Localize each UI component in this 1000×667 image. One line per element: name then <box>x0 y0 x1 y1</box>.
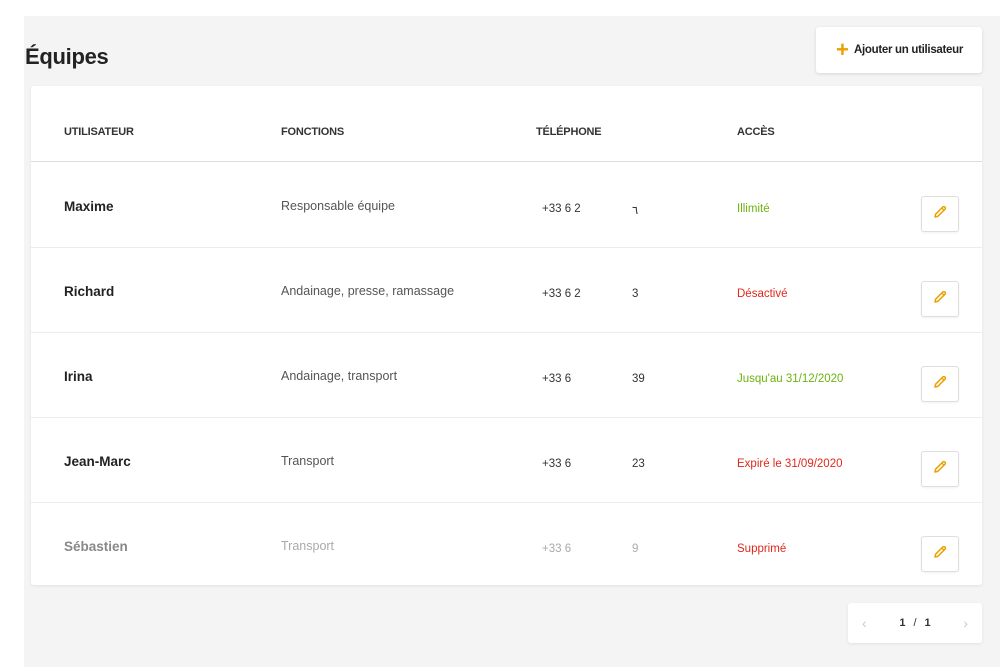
phone-end: 23 <box>632 458 645 470</box>
edit-user-button[interactable] <box>921 536 959 572</box>
chevron-right-icon[interactable]: › <box>963 615 968 631</box>
pencil-icon <box>932 459 948 480</box>
user-functions: Andainage, transport <box>281 369 398 383</box>
edit-user-button[interactable] <box>921 281 959 317</box>
table-row: Sébastien Transport +33 6 9 Supprimé <box>31 503 982 588</box>
add-user-label: Ajouter un utilisateur <box>854 44 964 56</box>
phone-start: +33 6 <box>542 373 572 385</box>
access-status: Jusqu'au 31/12/2020 <box>737 373 844 385</box>
page-title: Équipes <box>25 44 109 69</box>
access-status: Expiré le 31/09/2020 <box>737 458 843 470</box>
phone-start: +33 6 <box>542 458 572 470</box>
phone-start: +33 6 2 <box>542 203 581 215</box>
table-row: Jean-Marc Transport +33 6 23 Expiré le 31/09… <box>31 418 982 503</box>
pencil-icon <box>932 374 948 395</box>
page-separator: / <box>913 617 917 629</box>
access-status: Désactivé <box>737 288 788 300</box>
pagination: ‹ 1 / 1 › <box>848 603 982 643</box>
user-functions: Transport <box>281 539 335 553</box>
table-row: Richard Andainage, presse, ramassage +33 6… <box>31 248 982 333</box>
header-access: ACCÈS <box>737 126 775 138</box>
phone-start: +33 6 2 <box>542 288 581 300</box>
table-header: UTILISATEUR FONCTIONS TÉLÉPHONE ACCÈS <box>31 86 982 162</box>
page-indicator: 1 / 1 <box>899 617 930 629</box>
user-name: Richard <box>64 284 115 299</box>
user-name: Sébastien <box>64 539 128 554</box>
edit-user-button[interactable] <box>921 451 959 487</box>
header-phone: TÉLÉPHONE <box>536 126 602 138</box>
phone-end: 39 <box>632 373 645 385</box>
user-functions: Responsable équipe <box>281 199 395 213</box>
current-page: 1 <box>899 617 906 629</box>
plus-icon: + <box>836 37 849 62</box>
phone-start: +33 6 <box>542 543 572 555</box>
access-status: Supprimé <box>737 543 787 555</box>
user-phone: +33 6 9 <box>542 543 638 555</box>
total-pages: 1 <box>924 617 931 629</box>
user-phone: +33 6 2 ٦ <box>542 203 638 217</box>
user-phone: +33 6 2 3 <box>542 288 638 300</box>
add-user-button[interactable]: + Ajouter un utilisateur <box>816 27 982 73</box>
header-functions: FONCTIONS <box>281 126 344 138</box>
access-status: Illimité <box>737 203 770 215</box>
pencil-icon <box>932 544 948 565</box>
user-functions: Andainage, presse, ramassage <box>281 284 455 298</box>
chevron-left-icon[interactable]: ‹ <box>862 615 867 631</box>
user-functions: Transport <box>281 454 335 468</box>
user-name: Jean-Marc <box>64 454 131 469</box>
phone-end: ٦ <box>632 205 639 217</box>
user-phone: +33 6 39 <box>542 373 645 385</box>
user-name: Maxime <box>64 199 114 214</box>
edit-user-button[interactable] <box>921 196 959 232</box>
edit-user-button[interactable] <box>921 366 959 402</box>
table-row: Irina Andainage, transport +33 6 39 Jusqu'au… <box>31 333 982 418</box>
table-row: Maxime Responsable équipe +33 6 2 ٦ Illimité <box>31 163 982 248</box>
page-background: Équipes + Ajouter un utilisateur UTILISA… <box>24 16 1000 667</box>
phone-end: 3 <box>632 288 639 300</box>
header-user: UTILISATEUR <box>64 126 134 138</box>
pencil-icon <box>932 289 948 310</box>
users-table: UTILISATEUR FONCTIONS TÉLÉPHONE ACCÈS Ma… <box>31 86 982 585</box>
user-phone: +33 6 23 <box>542 458 645 470</box>
pencil-icon <box>932 204 948 225</box>
user-name: Irina <box>64 369 93 384</box>
phone-end: 9 <box>632 543 639 555</box>
